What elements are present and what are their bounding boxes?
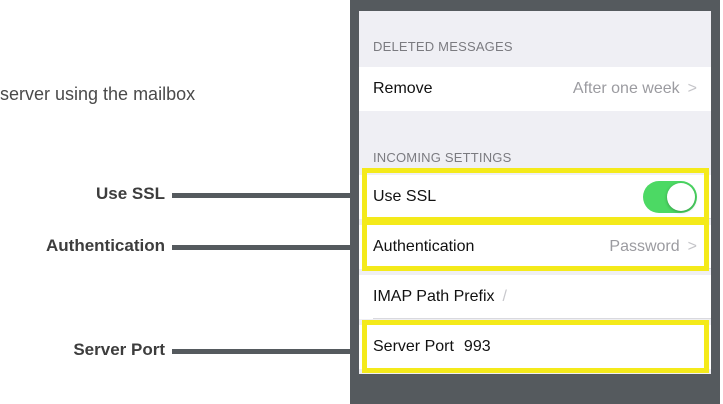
callout-label-server-port: Server Port (73, 340, 165, 359)
callout-line-authentication (172, 245, 362, 250)
remove-row[interactable]: Remove After one week > (359, 67, 711, 111)
intro-text: server using the mailbox (0, 84, 196, 104)
callout-line-server-port (172, 349, 362, 354)
imap-path-prefix-label: IMAP Path Prefix (373, 288, 495, 305)
highlight-box-server-port (362, 320, 709, 373)
remove-value: After one week (572, 80, 680, 97)
row-separator (373, 318, 711, 319)
imap-path-prefix-input[interactable]: / (503, 288, 507, 306)
imap-path-prefix-row[interactable]: IMAP Path Prefix / (359, 275, 711, 319)
chevron-right-icon: > (687, 80, 697, 97)
remove-label: Remove (373, 80, 433, 97)
highlight-box-use-ssl (362, 168, 709, 222)
section-header-deleted-messages: DELETED MESSAGES (373, 39, 513, 54)
section-header-incoming-settings: INCOMING SETTINGS (373, 150, 512, 165)
callout-label-authentication: Authentication (46, 236, 165, 255)
callout-label-use-ssl: Use SSL (96, 184, 165, 203)
highlight-box-authentication (362, 220, 709, 271)
callout-line-use-ssl (172, 193, 362, 198)
